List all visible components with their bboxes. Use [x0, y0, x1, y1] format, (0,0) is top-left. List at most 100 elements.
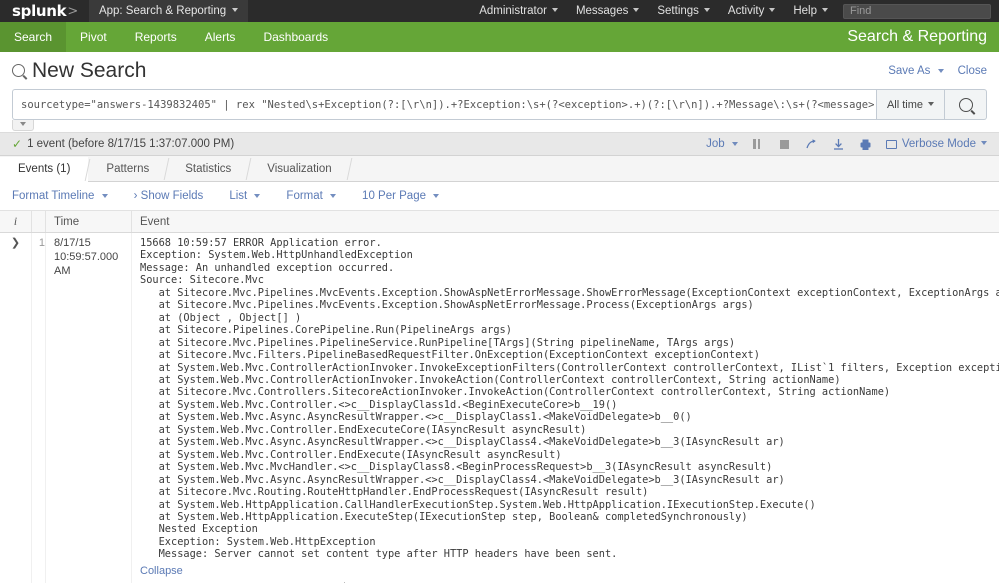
nav-item-reports[interactable]: Reports — [121, 22, 191, 52]
event-count-text: 1 event (before 8/17/15 1:37:07.000 PM) — [27, 138, 235, 150]
list-view-selector[interactable]: List — [229, 190, 261, 202]
nav-item-search[interactable]: Search — [0, 22, 67, 52]
topnav-label-settings: Settings — [657, 5, 699, 17]
close-button[interactable]: Close — [958, 65, 987, 77]
format-timeline-label: Format Timeline — [12, 190, 95, 202]
nav-label-pivot: Pivot — [80, 30, 107, 44]
find-placeholder-text: Find — [850, 5, 872, 17]
time-range-label: All time — [886, 98, 923, 111]
splunk-logo-text: splunk — [12, 2, 67, 20]
search-bar: sourcetype="answers-1439832405" | rex "N… — [0, 89, 999, 120]
nav-item-pivot[interactable]: Pivot — [66, 22, 121, 52]
collapse-search-bar-button[interactable] — [12, 120, 34, 131]
tab-patterns[interactable]: Patterns — [88, 156, 167, 181]
show-fields-chevron-icon: › — [133, 190, 141, 202]
app-selector[interactable]: App: Search & Reporting — [88, 0, 249, 22]
per-page-selector[interactable]: 10 Per Page — [362, 190, 440, 202]
success-check-icon: ✓ — [12, 137, 23, 151]
find-input[interactable]: Find — [843, 3, 991, 19]
topnav-item-messages[interactable]: Messages — [567, 0, 648, 22]
row-timestamp-date: 8/17/15 — [54, 237, 91, 249]
chevron-down-icon — [937, 68, 944, 73]
tab-statistics[interactable]: Statistics — [167, 156, 249, 181]
topnav-item-activity[interactable]: Activity — [719, 0, 784, 22]
results-tabs: Events (1) Patterns Statistics Visualiza… — [0, 156, 999, 182]
tab-label-patterns: Patterns — [106, 162, 150, 175]
chevron-down-icon — [330, 194, 337, 198]
page-title-text: New Search — [32, 58, 147, 82]
job-toolbar: Job Verbose Mode — [706, 137, 987, 151]
chevron-down-icon — [633, 8, 640, 12]
nav-label-search: Search — [14, 30, 53, 44]
share-icon[interactable] — [805, 137, 819, 151]
column-header-info: i — [0, 211, 32, 232]
event-raw-text: 15668 10:59:57 ERROR Application error. … — [140, 237, 999, 561]
topnav-item-settings[interactable]: Settings — [648, 0, 719, 22]
topnav-label-messages: Messages — [575, 5, 629, 17]
job-menu-label: Job — [706, 138, 725, 150]
list-view-label: List — [229, 190, 248, 202]
top-navigation-right: Administrator Messages Settings Activity… — [470, 0, 999, 22]
tab-visualization[interactable]: Visualization — [249, 156, 349, 181]
column-header-number — [32, 211, 46, 232]
nav-label-reports: Reports — [134, 30, 177, 44]
format-button[interactable]: Format — [286, 190, 337, 202]
row-timestamp-clock: 10:59:57.000 AM — [54, 250, 119, 277]
search-query-input[interactable]: sourcetype="answers-1439832405" | rex "N… — [12, 89, 876, 120]
row-timestamp[interactable]: 8/17/15 10:59:57.000 AM — [46, 233, 132, 583]
chevron-down-icon — [20, 122, 26, 126]
row-number: 1 — [32, 233, 46, 583]
run-search-button[interactable] — [945, 89, 987, 120]
search-mode-icon — [885, 139, 897, 149]
column-header-event[interactable]: Event — [132, 211, 999, 232]
chevron-down-icon — [232, 8, 239, 12]
page-title: New Search — [12, 59, 146, 83]
show-fields-button[interactable]: › Show Fields — [134, 190, 204, 202]
time-range-picker[interactable]: All time — [875, 89, 945, 120]
chevron-down-icon — [981, 141, 987, 145]
row-event-cell: 15668 10:59:57 ERROR Application error. … — [132, 233, 999, 583]
chevron-down-icon — [703, 8, 710, 12]
download-icon[interactable] — [832, 137, 846, 151]
table-row: ❯ 1 8/17/15 10:59:57.000 AM 15668 10:59:… — [0, 233, 999, 583]
app-navigation-bar: Search Pivot Reports Alerts Dashboards S… — [0, 22, 999, 52]
chevron-right-icon: ❯ — [10, 237, 21, 249]
page-header-actions: Save As Close — [888, 65, 987, 77]
chevron-down-icon — [551, 8, 558, 12]
search-results-status-bar: ✓ 1 event (before 8/17/15 1:37:07.000 PM… — [0, 132, 999, 156]
collapse-event-link[interactable]: Collapse — [140, 565, 183, 577]
top-navigation-bar: splunk > App: Search & Reporting Administ… — [0, 0, 999, 22]
app-title: Search & Reporting — [847, 28, 987, 45]
topnav-item-help[interactable]: Help — [784, 0, 837, 22]
pause-icon[interactable] — [751, 137, 765, 151]
column-header-time[interactable]: Time — [46, 211, 132, 232]
tab-events[interactable]: Events (1) — [0, 157, 89, 182]
nav-label-alerts: Alerts — [204, 30, 236, 44]
page-header: New Search Save As Close — [0, 52, 999, 89]
events-format-toolbar: Format Timeline › Show Fields List Forma… — [0, 182, 999, 211]
topnav-item-administrator[interactable]: Administrator — [470, 0, 567, 22]
format-label: Format — [286, 190, 323, 202]
splunk-logo[interactable]: splunk > — [0, 0, 89, 22]
print-icon[interactable] — [859, 137, 873, 151]
save-as-button[interactable]: Save As — [888, 64, 944, 77]
save-as-label: Save As — [888, 64, 931, 77]
tab-label-statistics: Statistics — [185, 162, 232, 175]
stop-icon[interactable] — [778, 137, 792, 151]
chevron-down-icon — [928, 101, 934, 106]
nav-item-alerts[interactable]: Alerts — [191, 22, 250, 52]
search-icon — [958, 97, 973, 112]
chevron-down-icon — [822, 8, 828, 12]
expand-row-button[interactable]: ❯ — [0, 233, 32, 583]
topnav-label-help: Help — [793, 5, 817, 17]
nav-item-dashboards[interactable]: Dashboards — [249, 22, 342, 52]
events-table-header: i Time Event — [0, 211, 999, 233]
search-mode-label: Verbose Mode — [901, 138, 976, 150]
per-page-label: 10 Per Page — [362, 190, 426, 202]
format-timeline-button[interactable]: Format Timeline — [12, 190, 108, 202]
search-mode-selector[interactable]: Verbose Mode — [885, 138, 987, 150]
chevron-down-icon — [433, 194, 440, 198]
show-fields-label: Show Fields — [140, 190, 204, 202]
tab-label-events: Events (1) — [18, 163, 71, 175]
job-menu-button[interactable]: Job — [706, 138, 738, 150]
